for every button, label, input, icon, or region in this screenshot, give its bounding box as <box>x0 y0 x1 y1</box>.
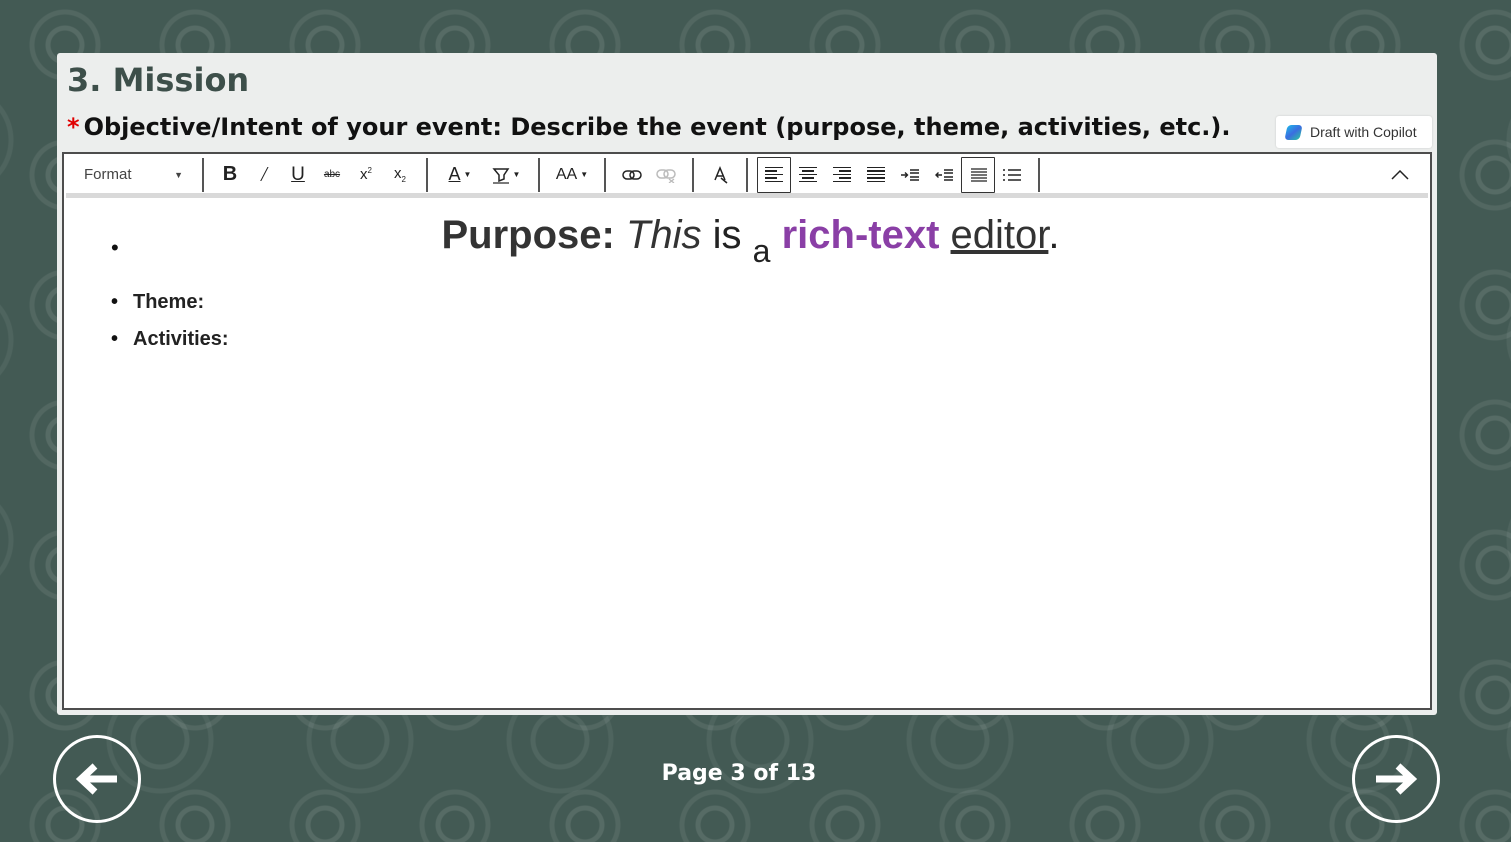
clear-format-icon <box>714 165 728 184</box>
highlight-icon <box>491 167 509 184</box>
arrow-right-icon <box>1376 763 1418 795</box>
remove-link-button[interactable] <box>649 157 683 193</box>
align-center-button[interactable] <box>791 157 825 193</box>
toolbar-divider <box>202 157 204 192</box>
unlink-icon <box>656 168 676 183</box>
indent-button[interactable] <box>893 157 927 193</box>
numbered-list-button[interactable] <box>995 157 1029 193</box>
link-icon <box>622 169 642 180</box>
align-right-icon <box>833 166 851 183</box>
page-title: 3. Mission <box>67 61 250 99</box>
superscript-icon: x2 <box>360 166 372 183</box>
question-text: Objective/Intent of your event: Describe… <box>83 113 1231 141</box>
toolbar-divider <box>538 157 540 192</box>
italic-button[interactable]: / <box>247 157 281 193</box>
strikethrough-button[interactable]: abc <box>315 157 349 193</box>
chevron-down-icon: ▼ <box>512 170 521 179</box>
underline-button[interactable]: U <box>281 157 315 193</box>
format-dropdown[interactable]: Format ▼ <box>66 159 193 191</box>
collapse-toolbar-icon <box>1391 169 1409 180</box>
font-color-icon: A <box>448 164 461 184</box>
justify-icon <box>867 166 885 183</box>
format-label: Format <box>84 166 132 183</box>
required-marker: * <box>67 113 80 141</box>
strikethrough-icon: abc <box>323 169 341 180</box>
underline-icon: U <box>291 163 305 185</box>
chevron-down-icon: ▼ <box>580 170 589 179</box>
chevron-down-icon: ▼ <box>463 170 472 179</box>
clear-format-button[interactable] <box>703 157 737 193</box>
indent-icon <box>901 168 919 181</box>
align-right-button[interactable] <box>825 157 859 193</box>
align-center-icon <box>799 166 817 183</box>
highlight-button[interactable]: ▼ <box>483 157 529 193</box>
bold-button[interactable]: B <box>213 157 247 193</box>
bulleted-list-button[interactable] <box>961 156 995 193</box>
align-left-icon <box>765 166 783 183</box>
next-page-button[interactable] <box>1352 735 1440 823</box>
page-indicator: Page 3 of 13 <box>661 761 817 786</box>
superscript-button[interactable]: x2 <box>349 157 383 193</box>
list-item-activities: Activities: <box>111 323 1428 356</box>
toolbar-divider <box>604 157 606 192</box>
copilot-label: Draft with Copilot <box>1310 124 1417 140</box>
draft-with-copilot-button[interactable]: Draft with Copilot <box>1276 116 1432 148</box>
font-size-button[interactable]: AA ▼ <box>549 157 595 193</box>
toolbar-divider <box>692 157 694 192</box>
question-label: * Objective/Intent of your event: Describ… <box>67 113 1231 141</box>
outdent-icon <box>935 168 953 181</box>
subscript-icon: x2 <box>394 165 406 184</box>
numbered-list-icon <box>1003 168 1021 181</box>
subscript-button[interactable]: x2 <box>383 157 417 193</box>
copilot-icon <box>1284 124 1303 140</box>
font-color-button[interactable]: A ▼ <box>437 157 483 193</box>
rich-text-editor[interactable]: Format ▼ B / U abc x2 x2 A ▼ ▼ AA ▼ • Pu… <box>62 152 1432 710</box>
bulleted-list: Purpose: This is a rich-text editor. The… <box>111 204 1428 356</box>
outdent-button[interactable] <box>927 157 961 193</box>
toolbar-divider <box>746 157 748 192</box>
align-left-button[interactable] <box>757 156 791 193</box>
list-item-theme: Theme: <box>111 286 1428 319</box>
font-size-icon: AA <box>555 165 578 183</box>
chevron-down-icon: ▼ <box>174 169 183 180</box>
italic-icon: / <box>261 162 267 186</box>
toolbar-divider <box>426 157 428 192</box>
collapse-toolbar-button[interactable] <box>1372 157 1428 193</box>
justify-button[interactable] <box>859 157 893 193</box>
bulleted-list-icon <box>971 167 987 182</box>
list-item-purpose: Purpose: This is a rich-text editor. <box>111 204 1428 292</box>
editor-content[interactable]: Purpose: This is a rich-text editor. The… <box>66 204 1428 356</box>
toolbar-divider <box>1038 157 1040 192</box>
insert-link-button[interactable] <box>615 157 649 193</box>
mission-card: 3. Mission * Objective/Intent of your eve… <box>57 53 1437 715</box>
editor-toolbar: Format ▼ B / U abc x2 x2 A ▼ ▼ AA ▼ <box>66 156 1428 198</box>
bold-icon: B <box>222 163 238 185</box>
